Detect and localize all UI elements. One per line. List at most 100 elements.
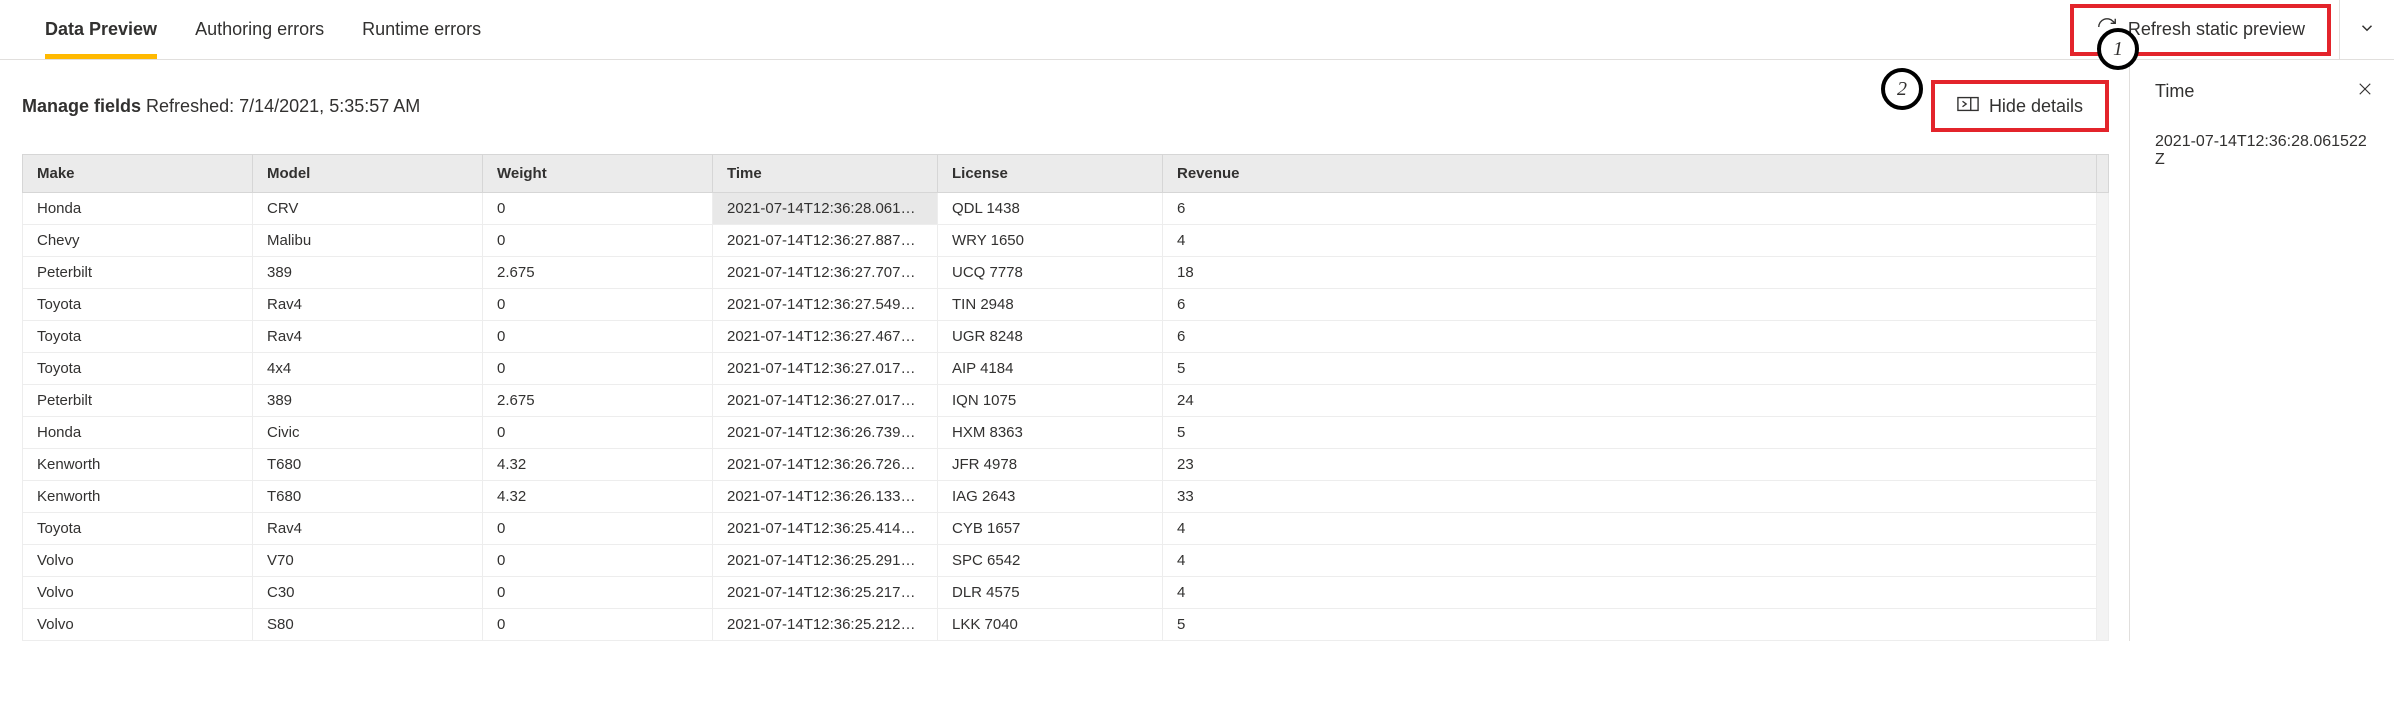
cell-revenue[interactable]: 5 <box>1163 417 2097 449</box>
cell-weight[interactable]: 4.32 <box>483 449 713 481</box>
cell-weight[interactable]: 0 <box>483 577 713 609</box>
table-row[interactable]: VolvoS8002021-07-14T12:36:25.2125366ZLKK… <box>23 609 2109 641</box>
cell-license[interactable]: UCQ 7778 <box>938 257 1163 289</box>
col-header-time[interactable]: Time <box>713 155 938 193</box>
cell-revenue[interactable]: 4 <box>1163 225 2097 257</box>
table-row[interactable]: HondaCivic02021-07-14T12:36:26.7399118ZH… <box>23 417 2109 449</box>
cell-revenue[interactable]: 4 <box>1163 577 2097 609</box>
cell-license[interactable]: IAG 2643 <box>938 481 1163 513</box>
cell-model[interactable]: Civic <box>253 417 483 449</box>
table-row[interactable]: VolvoC3002021-07-14T12:36:25.2175366ZDLR… <box>23 577 2109 609</box>
cell-model[interactable]: Malibu <box>253 225 483 257</box>
cell-model[interactable]: S80 <box>253 609 483 641</box>
cell-time[interactable]: 2021-07-14T12:36:25.2175366Z <box>713 577 938 609</box>
cell-revenue[interactable]: 4 <box>1163 513 2097 545</box>
scrollbar-gutter[interactable] <box>2097 155 2109 193</box>
tab-data-preview[interactable]: Data Preview <box>45 0 157 59</box>
table-row[interactable]: ToyotaRav402021-07-14T12:36:27.467522ZUG… <box>23 321 2109 353</box>
cell-weight[interactable]: 0 <box>483 417 713 449</box>
cell-time[interactable]: 2021-07-14T12:36:27.549522Z <box>713 289 938 321</box>
table-row[interactable]: ChevyMalibu02021-07-14T12:36:27.887522ZW… <box>23 225 2109 257</box>
cell-make[interactable]: Honda <box>23 417 253 449</box>
cell-make[interactable]: Volvo <box>23 545 253 577</box>
close-details-button[interactable] <box>2356 80 2374 103</box>
tab-authoring-errors[interactable]: Authoring errors <box>195 0 324 59</box>
cell-license[interactable]: SPC 6542 <box>938 545 1163 577</box>
cell-license[interactable]: TIN 2948 <box>938 289 1163 321</box>
cell-weight[interactable]: 0 <box>483 609 713 641</box>
cell-make[interactable]: Volvo <box>23 577 253 609</box>
cell-weight[interactable]: 0 <box>483 289 713 321</box>
cell-make[interactable]: Toyota <box>23 321 253 353</box>
cell-time[interactable]: 2021-07-14T12:36:27.467522Z <box>713 321 938 353</box>
cell-license[interactable]: WRY 1650 <box>938 225 1163 257</box>
cell-model[interactable]: 389 <box>253 385 483 417</box>
table-row[interactable]: ToyotaRav402021-07-14T12:36:27.549522ZTI… <box>23 289 2109 321</box>
cell-time[interactable]: 2021-07-14T12:36:27.0179118Z <box>713 385 938 417</box>
cell-license[interactable]: CYB 1657 <box>938 513 1163 545</box>
cell-time[interactable]: 2021-07-14T12:36:25.4145366Z <box>713 513 938 545</box>
cell-model[interactable]: Rav4 <box>253 289 483 321</box>
table-row[interactable]: KenworthT6804.322021-07-14T12:36:26.7269… <box>23 449 2109 481</box>
cell-weight[interactable]: 4.32 <box>483 481 713 513</box>
cell-model[interactable]: T680 <box>253 481 483 513</box>
cell-model[interactable]: V70 <box>253 545 483 577</box>
cell-time[interactable]: 2021-07-14T12:36:25.2125366Z <box>713 609 938 641</box>
cell-time[interactable]: 2021-07-14T12:36:28.061522Z <box>713 193 938 225</box>
cell-revenue[interactable]: 4 <box>1163 545 2097 577</box>
cell-make[interactable]: Peterbilt <box>23 257 253 289</box>
expand-toggle[interactable] <box>2339 0 2394 59</box>
cell-weight[interactable]: 0 <box>483 193 713 225</box>
cell-revenue[interactable]: 5 <box>1163 609 2097 641</box>
cell-time[interactable]: 2021-07-14T12:36:27.707522Z <box>713 257 938 289</box>
table-row[interactable]: Peterbilt3892.6752021-07-14T12:36:27.017… <box>23 385 2109 417</box>
cell-model[interactable]: Rav4 <box>253 513 483 545</box>
cell-revenue[interactable]: 6 <box>1163 193 2097 225</box>
cell-model[interactable]: 389 <box>253 257 483 289</box>
cell-weight[interactable]: 0 <box>483 321 713 353</box>
col-header-make[interactable]: Make <box>23 155 253 193</box>
scrollbar-track[interactable] <box>2097 193 2109 641</box>
cell-license[interactable]: DLR 4575 <box>938 577 1163 609</box>
cell-weight[interactable]: 0 <box>483 353 713 385</box>
cell-time[interactable]: 2021-07-14T12:36:26.7399118Z <box>713 417 938 449</box>
table-row[interactable]: VolvoV7002021-07-14T12:36:25.2915366ZSPC… <box>23 545 2109 577</box>
col-header-model[interactable]: Model <box>253 155 483 193</box>
cell-make[interactable]: Peterbilt <box>23 385 253 417</box>
cell-revenue[interactable]: 24 <box>1163 385 2097 417</box>
cell-model[interactable]: CRV <box>253 193 483 225</box>
table-row[interactable]: Peterbilt3892.6752021-07-14T12:36:27.707… <box>23 257 2109 289</box>
cell-revenue[interactable]: 5 <box>1163 353 2097 385</box>
table-row[interactable]: ToyotaRav402021-07-14T12:36:25.4145366ZC… <box>23 513 2109 545</box>
cell-license[interactable]: JFR 4978 <box>938 449 1163 481</box>
cell-license[interactable]: UGR 8248 <box>938 321 1163 353</box>
col-header-license[interactable]: License <box>938 155 1163 193</box>
cell-weight[interactable]: 2.675 <box>483 257 713 289</box>
col-header-revenue[interactable]: Revenue <box>1163 155 2097 193</box>
cell-revenue[interactable]: 33 <box>1163 481 2097 513</box>
cell-make[interactable]: Toyota <box>23 513 253 545</box>
cell-weight[interactable]: 0 <box>483 545 713 577</box>
cell-weight[interactable]: 2.675 <box>483 385 713 417</box>
tab-runtime-errors[interactable]: Runtime errors <box>362 0 481 59</box>
cell-model[interactable]: Rav4 <box>253 321 483 353</box>
cell-weight[interactable]: 0 <box>483 225 713 257</box>
cell-make[interactable]: Kenworth <box>23 449 253 481</box>
table-row[interactable]: Toyota4x402021-07-14T12:36:27.0179118ZAI… <box>23 353 2109 385</box>
cell-weight[interactable]: 0 <box>483 513 713 545</box>
cell-model[interactable]: C30 <box>253 577 483 609</box>
cell-make[interactable]: Chevy <box>23 225 253 257</box>
cell-time[interactable]: 2021-07-14T12:36:27.0179118Z <box>713 353 938 385</box>
cell-make[interactable]: Honda <box>23 193 253 225</box>
cell-make[interactable]: Volvo <box>23 609 253 641</box>
cell-license[interactable]: HXM 8363 <box>938 417 1163 449</box>
table-row[interactable]: HondaCRV02021-07-14T12:36:28.061522ZQDL … <box>23 193 2109 225</box>
hide-details-button[interactable]: Hide details <box>1931 80 2109 132</box>
cell-revenue[interactable]: 23 <box>1163 449 2097 481</box>
cell-make[interactable]: Toyota <box>23 353 253 385</box>
cell-license[interactable]: AIP 4184 <box>938 353 1163 385</box>
cell-model[interactable]: 4x4 <box>253 353 483 385</box>
cell-model[interactable]: T680 <box>253 449 483 481</box>
cell-time[interactable]: 2021-07-14T12:36:25.2915366Z <box>713 545 938 577</box>
cell-make[interactable]: Kenworth <box>23 481 253 513</box>
